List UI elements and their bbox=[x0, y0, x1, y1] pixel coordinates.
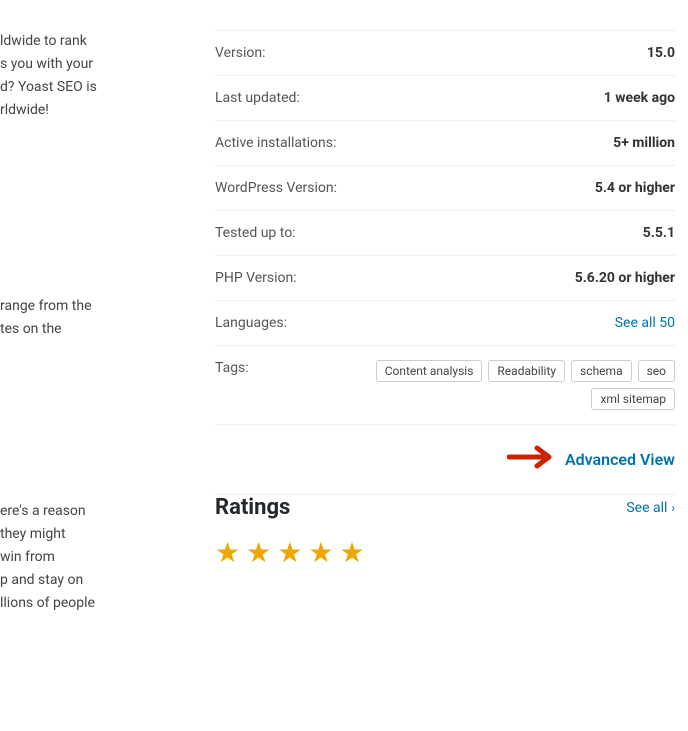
ratings-title: Ratings bbox=[215, 495, 290, 520]
left-text-line-6: tes on the bbox=[0, 318, 165, 341]
languages-link[interactable]: See all 50 bbox=[615, 315, 675, 331]
tag-readability[interactable]: Readability bbox=[488, 360, 565, 382]
stars-row: ★ ★ ★ ★ ★ bbox=[215, 536, 675, 569]
languages-row: Languages: See all 50 bbox=[215, 301, 675, 346]
left-text-line-7: ere's a reason bbox=[0, 500, 165, 523]
left-text-line-2: s you with your bbox=[0, 53, 165, 76]
tags-row: Tags: Content analysis Readability schem… bbox=[215, 346, 675, 425]
page-wrapper: ldwide to rank s you with your d? Yoast … bbox=[0, 0, 688, 731]
tested-up-to-label: Tested up to: bbox=[215, 225, 296, 241]
left-text-block-2: range from the tes on the bbox=[0, 295, 165, 341]
version-value: 15.0 bbox=[647, 45, 675, 61]
chevron-right-icon: › bbox=[671, 501, 675, 515]
advanced-view-link[interactable]: Advanced View bbox=[565, 450, 675, 469]
ratings-see-all-link[interactable]: See all › bbox=[626, 500, 675, 516]
tag-seo[interactable]: seo bbox=[638, 360, 675, 382]
php-version-label: PHP Version: bbox=[215, 270, 297, 286]
tags-container: Content analysis Readability schema seo … bbox=[375, 360, 675, 410]
star-3-icon: ★ bbox=[277, 536, 302, 569]
left-text-line-10: p and stay on bbox=[0, 569, 165, 592]
last-updated-label: Last updated: bbox=[215, 90, 300, 106]
tag-xml-sitemap[interactable]: xml sitemap bbox=[591, 388, 675, 410]
tested-up-to-row: Tested up to: 5.5.1 bbox=[215, 211, 675, 256]
left-text-block-3: ere's a reason they might win from p and… bbox=[0, 500, 165, 615]
version-label: Version: bbox=[215, 45, 266, 61]
wordpress-version-label: WordPress Version: bbox=[215, 180, 337, 196]
advanced-view-row: Advanced View bbox=[215, 425, 675, 495]
tags-label: Tags: bbox=[215, 360, 249, 376]
php-version-row: PHP Version: 5.6.20 or higher bbox=[215, 256, 675, 301]
left-text-line-5: range from the bbox=[0, 295, 165, 318]
left-text-line-11: llions of people bbox=[0, 592, 165, 615]
arrow-right-icon bbox=[507, 443, 555, 476]
left-text-line-1: ldwide to rank bbox=[0, 30, 165, 53]
last-updated-value: 1 week ago bbox=[604, 90, 675, 106]
active-installations-label: Active installations: bbox=[215, 135, 336, 151]
left-text-line-4: rldwide! bbox=[0, 99, 165, 122]
left-text-line-9: win from bbox=[0, 546, 165, 569]
tested-up-to-value: 5.5.1 bbox=[643, 225, 675, 241]
php-version-value: 5.6.20 or higher bbox=[575, 270, 675, 286]
left-text-line-8: they might bbox=[0, 523, 165, 546]
wordpress-version-value: 5.4 or higher bbox=[595, 180, 675, 196]
tag-content-analysis[interactable]: Content analysis bbox=[376, 360, 483, 382]
ratings-header: Ratings See all › bbox=[215, 495, 675, 520]
languages-label: Languages: bbox=[215, 315, 287, 331]
wordpress-version-row: WordPress Version: 5.4 or higher bbox=[215, 166, 675, 211]
active-installations-value: 5+ million bbox=[613, 135, 675, 151]
see-all-label: See all bbox=[626, 500, 667, 516]
tag-schema[interactable]: schema bbox=[571, 360, 632, 382]
last-updated-row: Last updated: 1 week ago bbox=[215, 76, 675, 121]
star-1-icon: ★ bbox=[215, 536, 240, 569]
star-4-icon: ★ bbox=[308, 536, 333, 569]
star-2-icon: ★ bbox=[246, 536, 271, 569]
info-panel: Version: 15.0 Last updated: 1 week ago A… bbox=[215, 30, 675, 569]
star-5-icon: ★ bbox=[339, 536, 364, 569]
version-row: Version: 15.0 bbox=[215, 30, 675, 76]
left-text-block-1: ldwide to rank s you with your d? Yoast … bbox=[0, 30, 165, 122]
left-text-line-3: d? Yoast SEO is bbox=[0, 76, 165, 99]
active-installations-row: Active installations: 5+ million bbox=[215, 121, 675, 166]
